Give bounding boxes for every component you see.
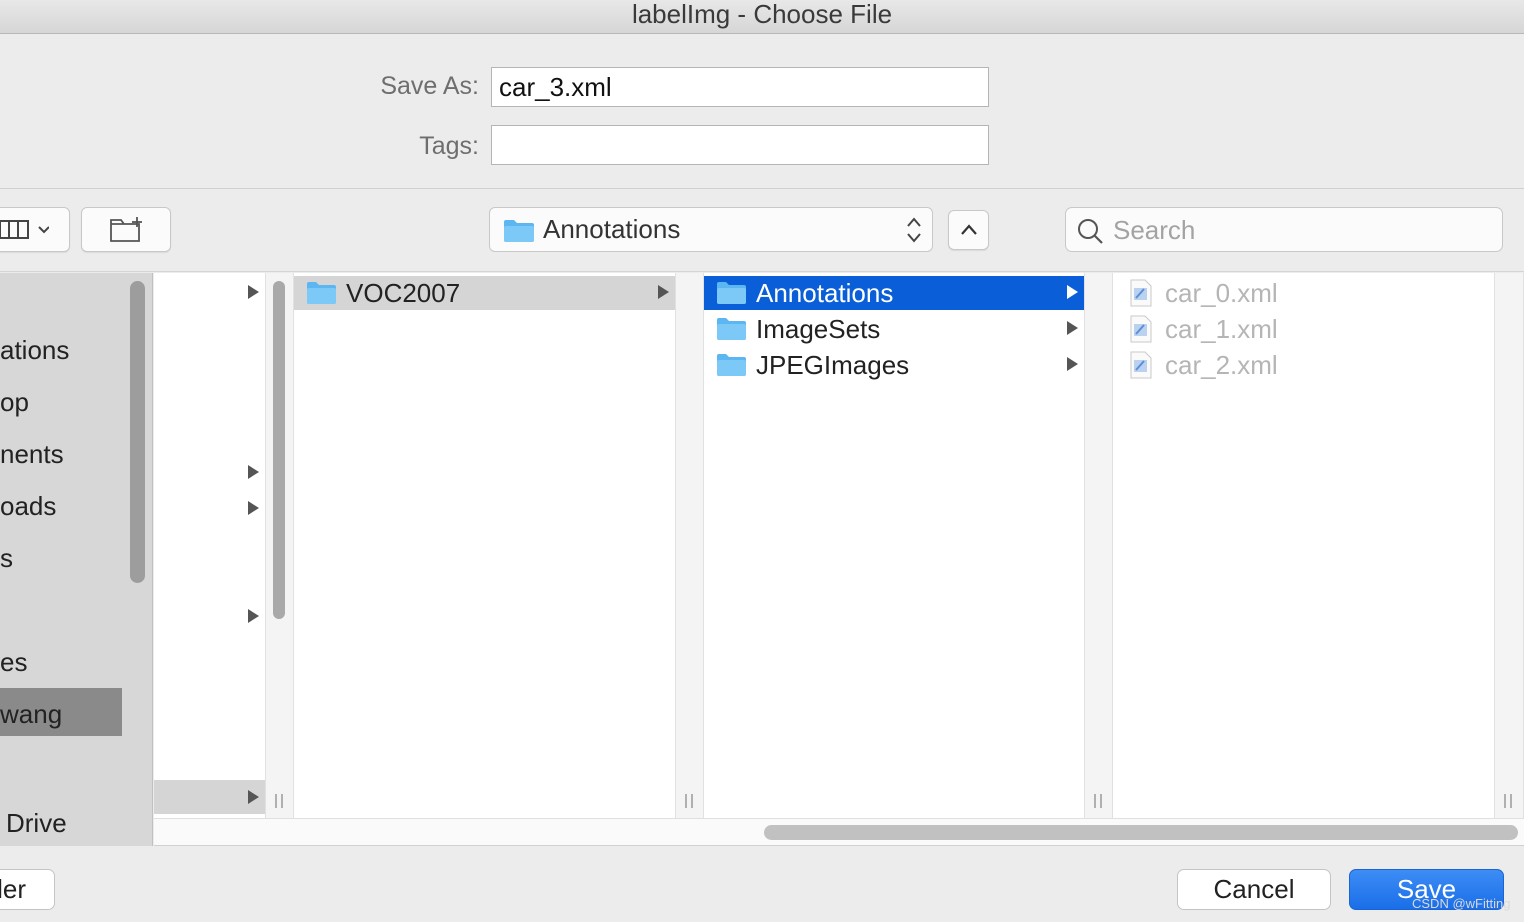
column-resize-handle[interactable] [675,273,704,818]
window-titlebar: labelImg - Choose File [0,0,1524,34]
list-item-voc2007[interactable]: VOC2007 [294,276,675,310]
column-browser: VOC2007 Annotations ImageSets JPEGImages [154,273,1524,818]
disclosure-arrow-icon [658,285,669,299]
list-item-label: car_0.xml [1165,278,1278,308]
disclosure-arrow-icon [1067,357,1078,371]
search-placeholder: Search [1113,215,1196,245]
column-grip-icon [1504,794,1512,808]
list-item-label: JPEGImages [756,350,910,380]
save-as-input[interactable]: car_3.xml [491,67,989,107]
xml-file-icon [1130,351,1152,379]
cancel-button[interactable]: Cancel [1177,869,1331,910]
browser-column-3: Annotations ImageSets JPEGImages [704,273,1084,818]
expand-collapse-button[interactable] [948,210,989,250]
disclosure-arrow-icon[interactable] [248,465,259,479]
disclosure-arrow-icon[interactable] [248,609,259,623]
disclosure-arrow-icon[interactable] [248,285,259,299]
browser-column-1 [154,273,265,818]
sidebar-item-4[interactable]: s [0,543,13,574]
list-item-imagesets[interactable]: ImageSets [704,312,1084,346]
sidebar-item-desktop[interactable]: op [0,387,29,418]
disclosure-arrow-icon [1067,285,1078,299]
folder-icon [307,282,336,304]
search-icon [1078,219,1103,244]
column-resize-handle[interactable] [1084,273,1113,818]
tags-label: Tags: [419,132,479,160]
sidebar-item-applications[interactable]: ations [0,335,69,366]
sidebar-item-documents[interactable]: nents [0,439,64,470]
chevron-up-icon [961,224,977,235]
list-item[interactable] [154,780,265,814]
sidebar: ations op nents oads s es wang Drive [0,273,153,846]
sidebar-item-downloads[interactable]: oads [0,491,56,522]
browser-column-4: car_0.xml car_1.xml car_2.xml [1113,273,1494,818]
xml-file-icon [1130,315,1152,343]
horizontal-scrollbar[interactable] [154,818,1524,846]
column-resize-handle[interactable] [1494,273,1524,818]
disclosure-arrow-icon [1067,321,1078,335]
column-grip-icon [275,794,283,808]
sidebar-scrollbar[interactable] [130,281,145,583]
horizontal-scroll-thumb[interactable] [764,825,1518,840]
dialog-footer: ler Cancel Save [0,847,1524,922]
disclosure-arrow-icon[interactable] [248,501,259,515]
list-item-jpegimages[interactable]: JPEGImages [704,348,1084,382]
location-popup[interactable]: Annotations [489,207,933,252]
columns-view-icon [0,220,49,239]
new-folder-toolbar-button[interactable] [81,207,171,252]
column-grip-icon [1094,794,1102,808]
folder-icon [717,318,746,340]
column-grip-icon [685,794,693,808]
save-form: Save As: car_3.xml Tags: [0,34,1524,189]
list-item-file: car_1.xml [1113,312,1494,346]
column-scrollbar[interactable] [273,281,285,619]
list-item-label: ImageSets [756,314,881,344]
disclosure-arrow-icon [248,790,259,804]
sidebar-item-5[interactable]: es [0,647,27,678]
folder-icon [717,282,746,304]
sidebar-item-drive[interactable]: Drive [6,808,67,839]
folder-icon [717,354,746,376]
location-popup-label: Annotations [543,214,681,244]
file-toolbar: Annotations Search [0,190,1524,272]
column-resize-handle[interactable] [265,273,294,818]
new-folder-button[interactable]: ler [0,869,55,910]
list-item-file: car_0.xml [1113,276,1494,310]
new-folder-icon [110,217,142,242]
browser-column-2: VOC2007 [294,273,675,818]
list-item-label: car_1.xml [1165,314,1278,344]
list-item-annotations[interactable]: Annotations [704,276,1084,310]
watermark: CSDN @wFitting [1412,896,1511,911]
folder-icon [504,220,534,242]
save-as-label: Save As: [380,72,479,100]
list-item-label: Annotations [756,278,894,308]
xml-file-icon [1130,279,1152,307]
view-mode-button[interactable] [0,207,70,252]
list-item-label: VOC2007 [346,278,461,308]
tags-input[interactable] [491,125,989,165]
window-title: labelImg - Choose File [631,0,893,29]
list-item-file: car_2.xml [1113,348,1494,382]
sidebar-item-home[interactable]: wang [0,699,62,730]
chevron-updown-icon [907,217,921,243]
list-item-label: car_2.xml [1165,350,1278,380]
search-field[interactable]: Search [1065,207,1503,252]
